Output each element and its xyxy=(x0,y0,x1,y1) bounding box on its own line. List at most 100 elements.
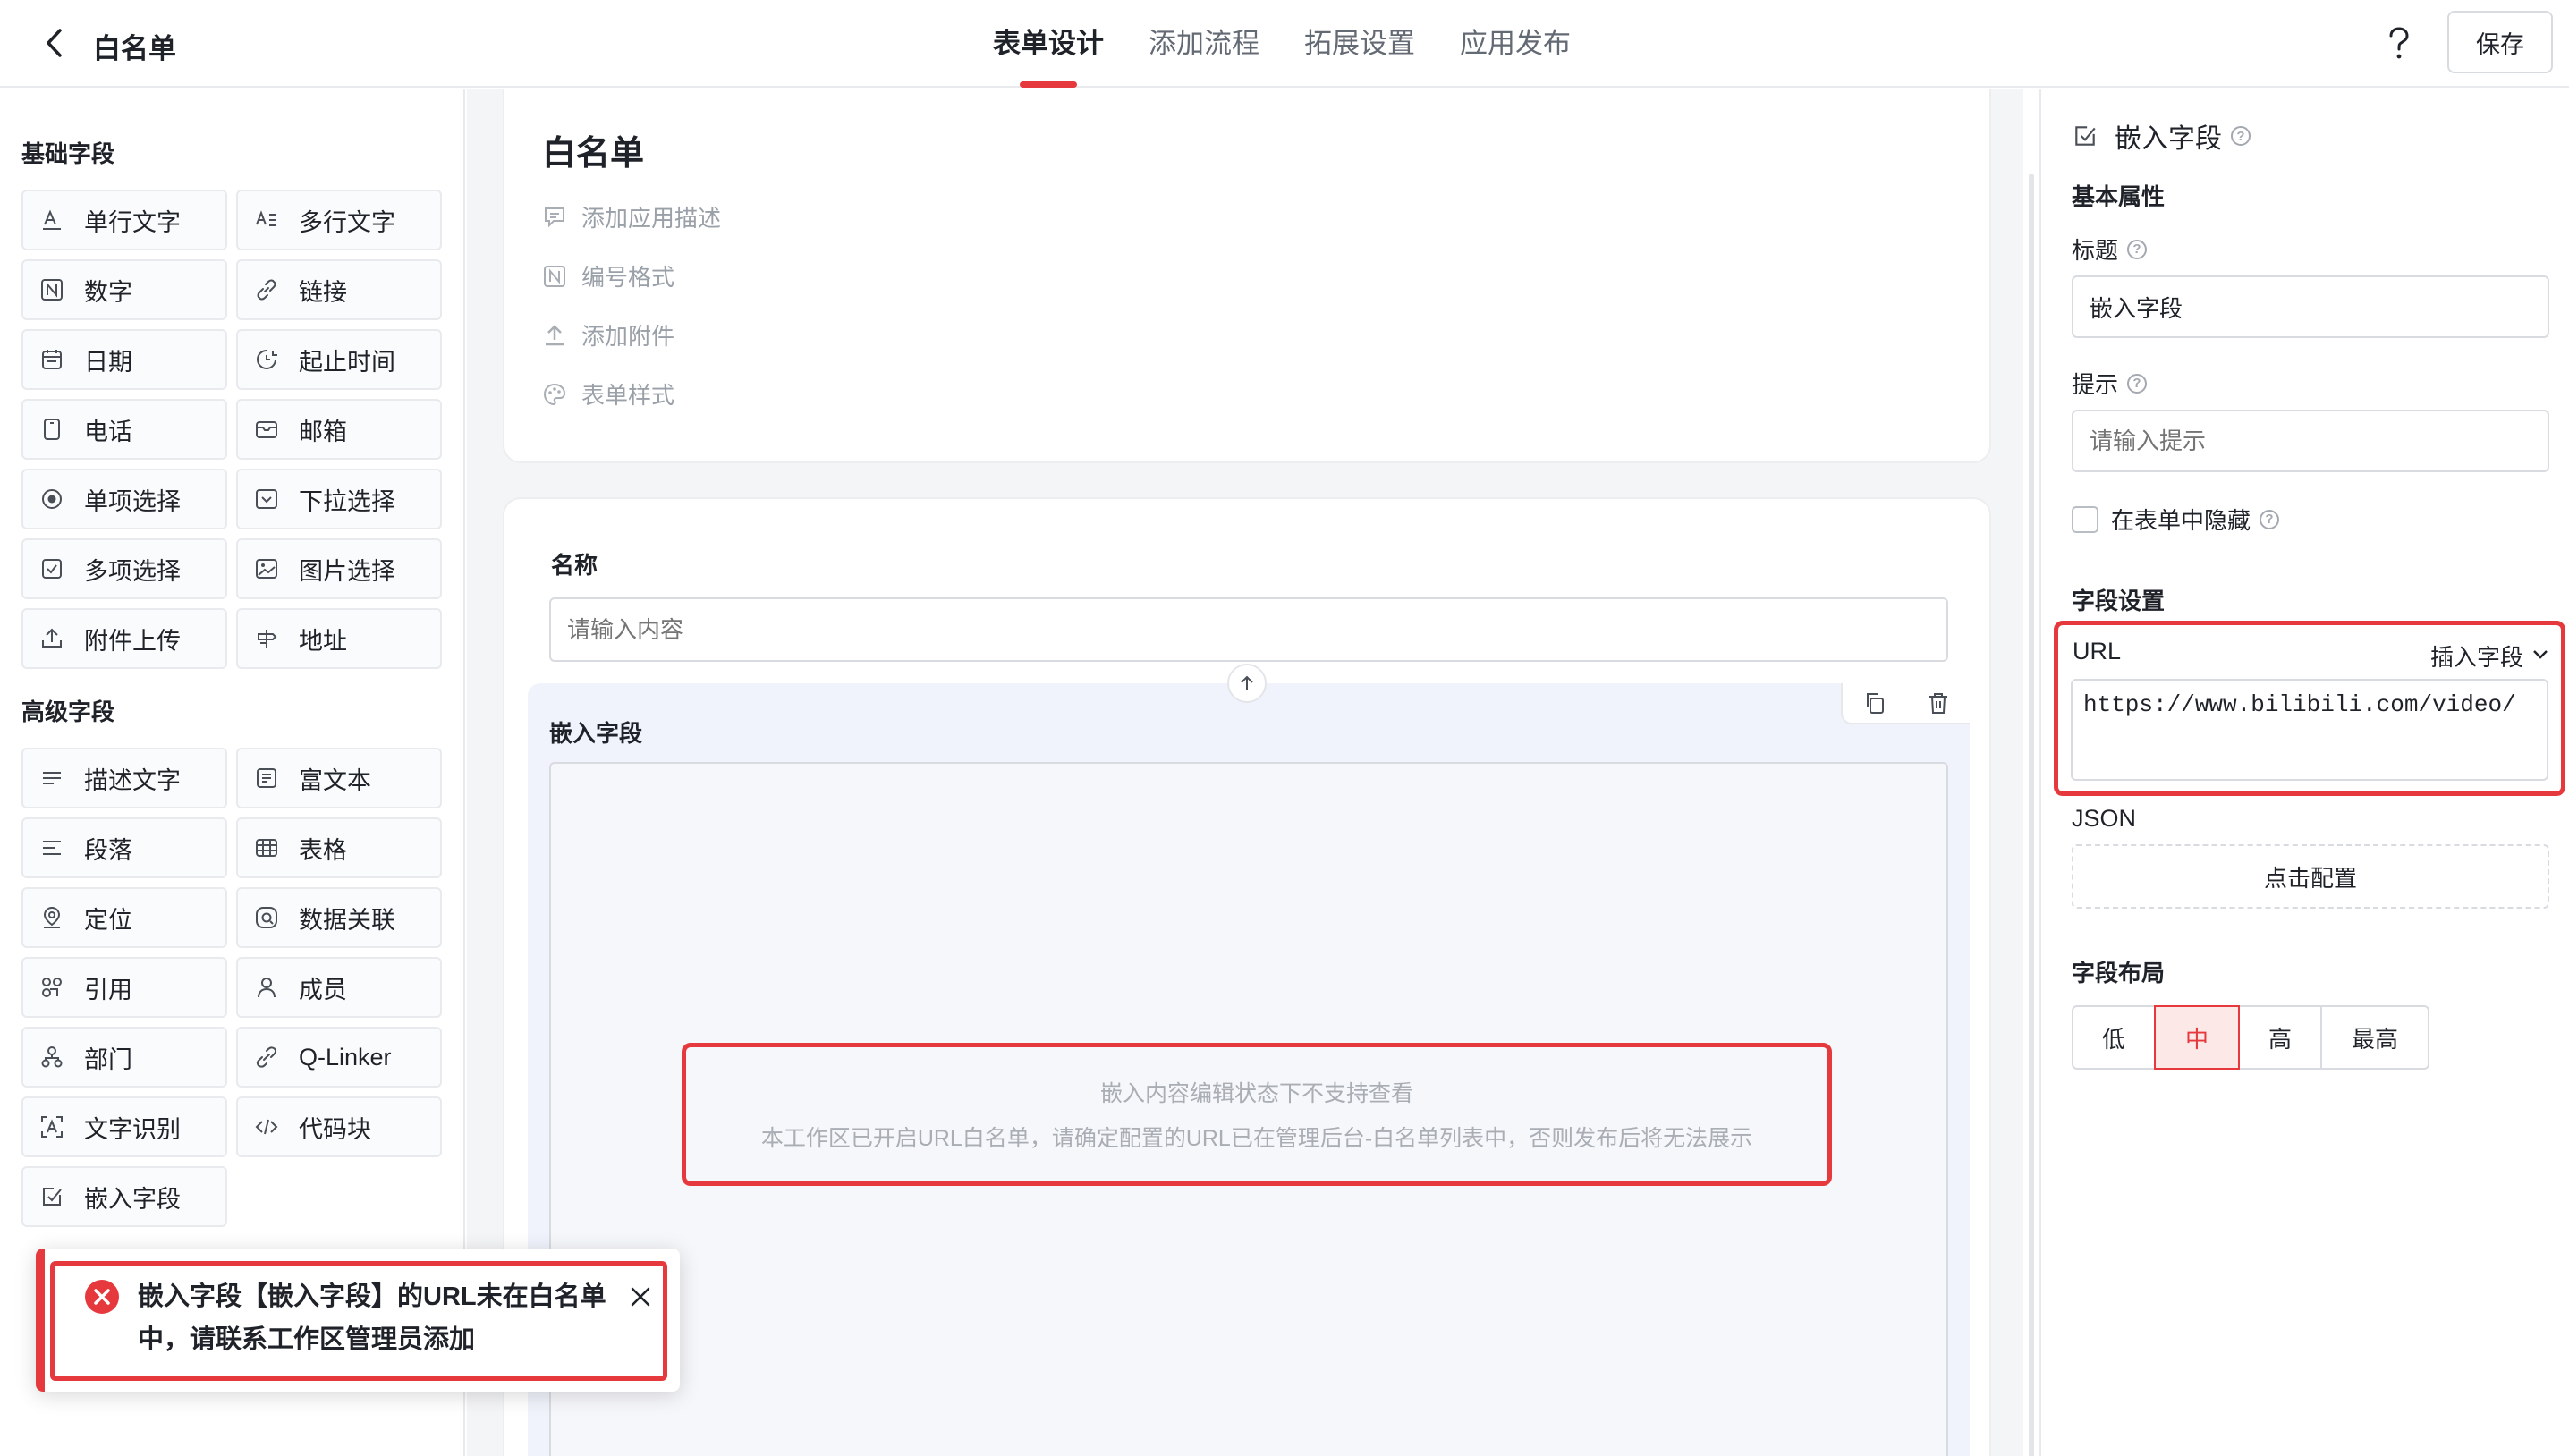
table-icon xyxy=(254,835,279,860)
hide-in-form-checkbox[interactable] xyxy=(2072,505,2098,533)
embed-notice-line2: 本工作区已开启URL白名单，请确定配置的URL已在管理后台-白名单列表中，否则发… xyxy=(760,1126,1753,1151)
paragraph-icon xyxy=(39,835,64,860)
field-date[interactable]: 日期 xyxy=(21,329,227,390)
basic-fields-grid: 单行文字 多行文字 数字 链接 日期 起止时间 电话 邮箱 单项选择 下拉选择 … xyxy=(21,190,442,669)
field-single-line-text[interactable]: 单行文字 xyxy=(21,190,227,250)
number-format-link[interactable]: 编号格式 xyxy=(542,259,674,292)
mail-icon xyxy=(254,417,279,442)
comment-icon xyxy=(542,205,567,230)
field-rich-text[interactable]: 富文本 xyxy=(236,748,442,808)
tab-add-workflow[interactable]: 添加流程 xyxy=(1149,0,1259,88)
save-button[interactable]: 保存 xyxy=(2447,11,2553,73)
field-single-select[interactable]: 单项选择 xyxy=(21,469,227,529)
field-attachment[interactable]: 附件上传 xyxy=(21,608,227,669)
field-table[interactable]: 表格 xyxy=(236,817,442,878)
hint-help-icon[interactable]: ? xyxy=(2127,373,2148,394)
field-email[interactable]: 邮箱 xyxy=(236,399,442,460)
hide-in-form-label: 在表单中隐藏 xyxy=(2111,507,2251,534)
upload-icon xyxy=(39,626,64,651)
layout-high-option[interactable]: 高 xyxy=(2238,1005,2322,1070)
form-title[interactable]: 白名单 xyxy=(542,125,644,174)
app-title: 白名单 xyxy=(93,33,176,64)
field-settings-title: 字段设置 xyxy=(2072,588,2166,614)
layout-highest-option[interactable]: 最高 xyxy=(2320,1005,2429,1070)
field-member[interactable]: 成员 xyxy=(236,957,442,1018)
question-mark-icon[interactable] xyxy=(2379,24,2419,63)
basic-fields-title: 基础字段 xyxy=(21,140,115,167)
field-number[interactable]: 数字 xyxy=(21,259,227,320)
canvas-scrollbar[interactable] xyxy=(2029,174,2034,1456)
properties-title: 嵌入字段 xyxy=(2115,124,2222,154)
rich-text-icon xyxy=(254,766,279,791)
field-address[interactable]: 地址 xyxy=(236,608,442,669)
form-body-card: 名称 嵌入字段 xyxy=(503,497,1991,1456)
add-description-link[interactable]: 添加应用描述 xyxy=(542,200,721,233)
field-ocr[interactable]: 文字识别 xyxy=(21,1096,227,1157)
name-input[interactable] xyxy=(549,597,1948,662)
ocr-icon xyxy=(39,1114,64,1139)
radio-icon xyxy=(39,487,64,512)
field-dropdown[interactable]: 下拉选择 xyxy=(236,469,442,529)
help-icon[interactable]: ? xyxy=(2231,126,2251,146)
q-linker-icon xyxy=(254,1045,279,1070)
tab-app-publish[interactable]: 应用发布 xyxy=(1460,0,1571,88)
url-input[interactable]: https://www.bilibili.com/video/ xyxy=(2071,679,2548,781)
json-config-button[interactable]: 点击配置 xyxy=(2072,844,2549,909)
advanced-fields-title: 高级字段 xyxy=(21,698,115,725)
field-location[interactable]: 定位 xyxy=(21,887,227,948)
main-tabs: 表单设计 添加流程 拓展设置 应用发布 xyxy=(993,0,1571,88)
field-multi-line-text[interactable]: 多行文字 xyxy=(236,190,442,250)
field-reference[interactable]: 引用 xyxy=(21,957,227,1018)
form-style-link[interactable]: 表单样式 xyxy=(542,377,674,411)
hide-help-icon[interactable]: ? xyxy=(2260,509,2280,529)
form-canvas: 白名单 添加应用描述 编号格式 添加附件 表单样式 名称 嵌入字段 xyxy=(467,89,2023,1456)
delete-icon[interactable] xyxy=(1926,690,1951,715)
tab-extension-settings[interactable]: 拓展设置 xyxy=(1304,0,1415,88)
number-icon xyxy=(39,277,64,302)
toast-message: 嵌入字段【嵌入字段】的URL未在白名单中，请联系工作区管理员添加 xyxy=(138,1282,606,1354)
data-link-icon xyxy=(254,905,279,930)
title-help-icon[interactable]: ? xyxy=(2127,239,2148,259)
hint-label: 提示 xyxy=(2072,371,2119,398)
multi-line-text-icon xyxy=(254,207,279,233)
phone-icon xyxy=(39,417,64,442)
field-q-linker[interactable]: Q-Linker xyxy=(236,1027,442,1088)
tab-form-design[interactable]: 表单设计 xyxy=(993,0,1104,88)
field-time-range[interactable]: 起止时间 xyxy=(236,329,442,390)
number-format-icon xyxy=(542,264,567,289)
palette-icon xyxy=(542,382,567,407)
field-code-block[interactable]: 代码块 xyxy=(236,1096,442,1157)
add-attachment-link[interactable]: 添加附件 xyxy=(542,318,674,351)
title-input[interactable] xyxy=(2072,275,2549,338)
department-icon xyxy=(39,1045,64,1070)
back-arrow-icon[interactable] xyxy=(36,25,72,61)
copy-icon[interactable] xyxy=(1862,690,1887,715)
layout-low-option[interactable]: 低 xyxy=(2072,1005,2156,1070)
field-phone[interactable]: 电话 xyxy=(21,399,227,460)
json-label: JSON xyxy=(2072,805,2137,832)
field-multi-select[interactable]: 多项选择 xyxy=(21,538,227,599)
link-icon xyxy=(254,277,279,302)
properties-header: 嵌入字段 ? xyxy=(2072,116,2251,156)
calendar-icon xyxy=(39,347,64,372)
field-layout-segmented: 低 中 高 最高 xyxy=(2072,1005,2429,1070)
member-icon xyxy=(254,975,279,1000)
field-image-select[interactable]: 图片选择 xyxy=(236,538,442,599)
field-description[interactable]: 描述文字 xyxy=(21,748,227,808)
name-field-label: 名称 xyxy=(551,552,598,579)
field-data-link[interactable]: 数据关联 xyxy=(236,887,442,948)
move-up-button[interactable] xyxy=(1227,664,1267,703)
field-link[interactable]: 链接 xyxy=(236,259,442,320)
time-range-icon xyxy=(254,347,279,372)
close-icon[interactable] xyxy=(626,1282,655,1311)
field-department[interactable]: 部门 xyxy=(21,1027,227,1088)
insert-field-dropdown[interactable]: 插入字段 xyxy=(2430,639,2550,673)
hide-in-form-row[interactable]: 在表单中隐藏 ? xyxy=(2072,503,2280,536)
top-bar: 白名单 表单设计 添加流程 拓展设置 应用发布 保存 xyxy=(0,0,2569,88)
reference-icon xyxy=(39,975,64,1000)
layout-medium-option[interactable]: 中 xyxy=(2154,1005,2240,1070)
code-icon xyxy=(254,1114,279,1139)
field-embed[interactable]: 嵌入字段 xyxy=(21,1166,227,1227)
hint-input[interactable] xyxy=(2072,410,2549,472)
field-paragraph[interactable]: 段落 xyxy=(21,817,227,878)
